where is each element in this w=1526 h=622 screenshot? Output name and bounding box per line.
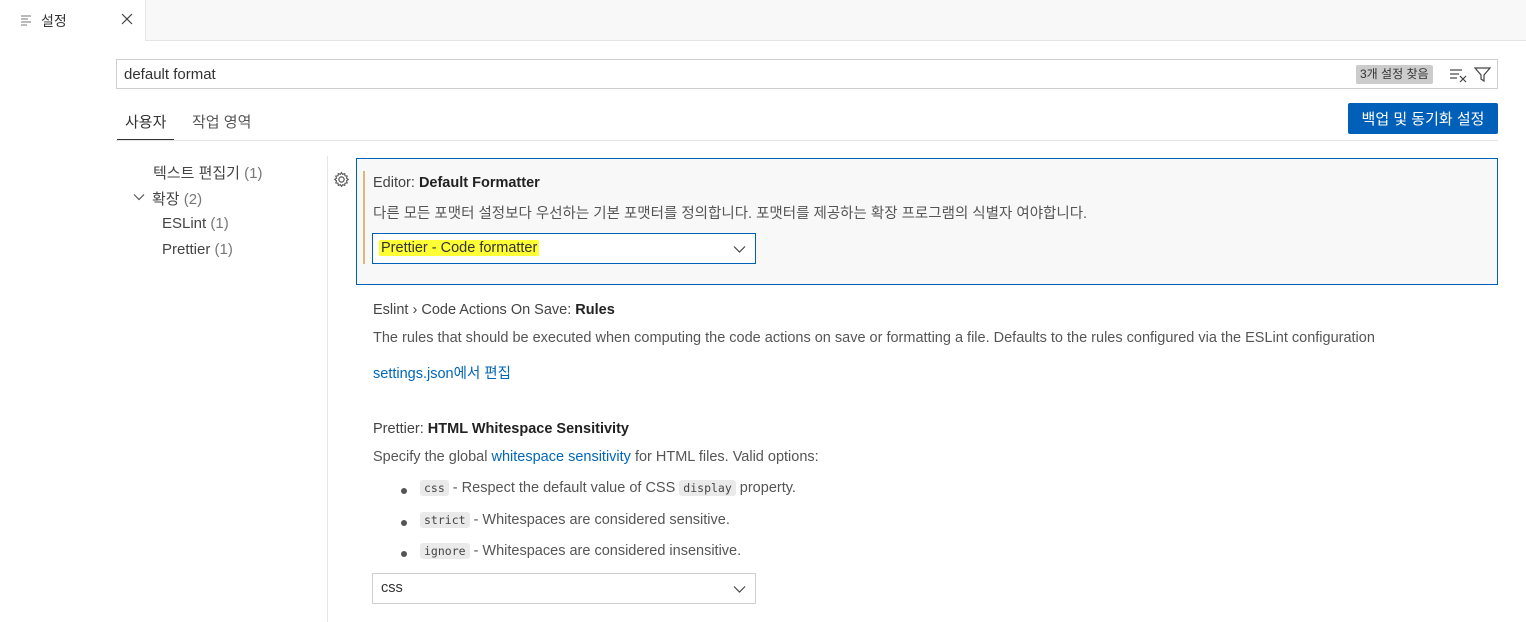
html-whitespace-select[interactable]: css [372,573,756,604]
desc-text: Specify the global [373,449,492,465]
tab-user[interactable]: 사용자 [116,111,175,140]
setting-description: 다른 모든 포맷터 설정보다 우선하는 기본 포맷터를 정의합니다. 포맷터를 … [373,206,1088,222]
option-item: css - Respect the default value of CSS d… [420,480,796,496]
toc-label: Prettier [162,241,211,258]
bullet [401,551,407,557]
editor-tab-bar: 설정 [0,0,1526,41]
option-item: ignore - Whitespaces are considered inse… [420,543,741,559]
backup-sync-button[interactable]: 백업 및 동기화 설정 [1348,103,1498,134]
desc-text: for HTML files. Valid options: [630,449,819,465]
option-text: - Whitespaces are considered sensitive. [469,512,730,528]
gear-icon[interactable] [333,171,350,188]
toc-label: ESLint [162,215,207,232]
setting-title: Editor: Default Formatter [373,175,540,191]
option-text: property. [735,480,796,496]
result-count-badge: 3개 설정 찾음 [1356,65,1433,84]
default-formatter-select[interactable]: Prettier - Code formatter [372,233,756,264]
toc-count: (1) [214,241,233,258]
toc-item-eslint[interactable]: ESLint (1) [162,215,229,232]
search-input[interactable] [117,60,1344,88]
settings-search-box: 3개 설정 찾음 [116,59,1498,89]
toc-label: 확장 [152,191,180,208]
modified-indicator [363,171,365,264]
toc-item-prettier[interactable]: Prettier (1) [162,241,233,258]
toc-count: (2) [183,191,203,208]
setting-name: Rules [575,302,615,318]
setting-category: Editor: [373,175,419,191]
setting-title: Prettier: HTML Whitespace Sensitivity [373,421,629,437]
settings-file-icon [21,15,31,26]
bullet [401,488,407,494]
toc-item-extensions[interactable]: 확장 (2) [152,188,202,209]
setting-description: The rules that should be executed when c… [373,330,1375,346]
setting-category: Eslint › Code Actions On Save: [373,302,576,318]
setting-title: Eslint › Code Actions On Save: Rules [373,302,615,318]
toc-count: (1) [244,165,263,182]
setting-name: HTML Whitespace Sensitivity [427,421,629,437]
setting-category: Prettier: [373,421,428,437]
chevron-down-icon [733,586,746,593]
code-snippet: ignore [420,543,470,559]
bullet [401,520,407,526]
select-value: Prettier - Code formatter [379,240,540,256]
close-icon[interactable] [120,12,134,26]
option-text: - Whitespaces are considered insensitive… [469,543,742,559]
filter-icon[interactable] [1474,66,1491,83]
code-snippet: strict [420,512,470,528]
code-snippet: display [679,480,736,496]
edit-in-settings-json-link[interactable]: settings.json에서 편집 [373,362,511,383]
settings-scope-tabs: 사용자 작업 영역 [116,100,1498,141]
toc-divider [327,156,328,622]
clear-filter-icon[interactable] [1449,67,1467,83]
whitespace-sensitivity-link[interactable]: whitespace sensitivity [492,449,631,465]
option-text: - Respect the default value of CSS [448,480,680,496]
code-snippet: css [420,480,449,496]
select-value: css [381,580,403,596]
chevron-down-icon[interactable] [133,191,145,203]
tab-settings[interactable]: 설정 [0,0,146,41]
toc-label: 텍스트 편집기 [153,165,240,182]
toc-count: (1) [210,215,229,232]
chevron-down-icon [733,246,746,253]
setting-description: Specify the global whitespace sensitivit… [373,449,819,465]
option-item: strict - Whitespaces are considered sens… [420,512,730,528]
tab-workspace[interactable]: 작업 영역 [192,111,251,132]
tab-label: 설정 [41,13,67,29]
setting-name: Default Formatter [418,175,540,191]
toc-item-text-editor[interactable]: 텍스트 편집기 (1) [153,162,262,183]
